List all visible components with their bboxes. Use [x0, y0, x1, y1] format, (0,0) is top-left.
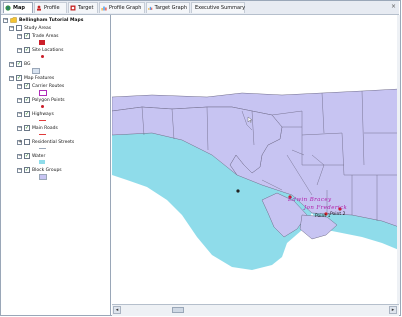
scroll-thumb[interactable]: [172, 307, 184, 313]
horizontal-scrollbar[interactable]: ◂ ▸: [112, 304, 399, 316]
polygon-points-checkbox[interactable]: ✓: [24, 97, 30, 103]
scroll-left-button[interactable]: ◂: [113, 306, 121, 314]
toc-root-label: Bellingham Tutorial Maps: [19, 17, 84, 23]
collapse-icon[interactable]: −: [17, 111, 22, 117]
toc-layer-label: Water: [32, 153, 46, 159]
site-locations-checkbox[interactable]: ✓: [24, 47, 30, 53]
toc-layer-label: Highways: [32, 111, 54, 117]
collapse-icon[interactable]: −: [9, 75, 14, 81]
toc-layer-highways[interactable]: − ✓ Highways: [17, 110, 54, 118]
tab-target-graph[interactable]: Target Graph: [146, 2, 190, 13]
tab-map[interactable]: Map: [3, 2, 33, 13]
toc-layer-main-roads[interactable]: − ✓ Main Roads: [17, 124, 58, 132]
tab-executive-summary-label: Executive Summary: [195, 5, 246, 11]
map-drawing: Edwin Bracey Jon Frederick Point 1 Point…: [112, 88, 399, 304]
highways-swatch: [39, 120, 46, 121]
collapse-icon[interactable]: −: [17, 153, 22, 159]
tab-map-label: Map: [13, 5, 25, 11]
toc-layer-carrier-routes[interactable]: − ✓ Carrier Routes: [17, 82, 64, 90]
toc-layer-trade-areas[interactable]: − ✓ Trade Areas: [17, 32, 58, 40]
table-of-contents: − Bellingham Tutorial Maps − Study Areas…: [1, 15, 111, 315]
toc-root[interactable]: − Bellingham Tutorial Maps: [3, 16, 83, 24]
toc-group-label: Study Areas: [24, 25, 52, 31]
collapse-icon[interactable]: −: [17, 125, 22, 131]
collapse-icon[interactable]: −: [17, 83, 22, 89]
toc-group-label: Map Features: [24, 75, 55, 81]
trade-areas-checkbox[interactable]: ✓: [24, 33, 30, 39]
toc-layer-label: Block Groups: [32, 167, 62, 173]
carrier-routes-checkbox[interactable]: ✓: [24, 83, 30, 89]
toc-layer-label: Carrier Routes: [32, 83, 65, 89]
collapse-icon[interactable]: −: [17, 47, 22, 53]
collapse-icon[interactable]: +: [17, 139, 22, 145]
profile-icon: [37, 5, 41, 11]
tab-profile-label: Profile: [44, 5, 60, 11]
toc-group-study-areas[interactable]: − Study Areas: [9, 24, 51, 32]
water-swatch: [39, 160, 45, 164]
map-canvas[interactable]: Edwin Bracey Jon Frederick Point 1 Point…: [112, 15, 399, 304]
collapse-icon[interactable]: −: [17, 33, 22, 39]
toc-layer-label: Residential Streets: [32, 139, 75, 145]
tab-profile-graph-label: Profile Graph: [109, 5, 142, 11]
toc-layer-residential-streets[interactable]: + Residential Streets: [17, 138, 74, 146]
graph-icon: [101, 6, 107, 11]
target-icon: [70, 5, 76, 11]
site-marker: [236, 189, 240, 193]
study-areas-checkbox[interactable]: [16, 25, 22, 31]
toc-layer-water[interactable]: − ✓ Water: [17, 152, 45, 160]
tab-executive-summary[interactable]: Executive Summary: [191, 2, 245, 13]
highways-checkbox[interactable]: ✓: [24, 111, 30, 117]
map-label-edwin-bracey: Edwin Bracey: [287, 197, 332, 203]
residential-streets-swatch: [39, 148, 46, 149]
residential-streets-checkbox[interactable]: [24, 139, 30, 145]
block-groups-checkbox[interactable]: ✓: [24, 167, 30, 173]
toc-layer-polygon-points[interactable]: − ✓ Polygon Points: [17, 96, 65, 104]
site-locations-swatch: [41, 55, 44, 58]
globe-icon: [5, 5, 11, 11]
toc-layer-bg[interactable]: − ✓ BG: [9, 60, 31, 68]
water-checkbox[interactable]: ✓: [24, 153, 30, 159]
collapse-icon[interactable]: −: [17, 97, 22, 103]
layers-icon: [10, 17, 17, 23]
toc-layer-site-locations[interactable]: − ✓ Site Locations: [17, 46, 63, 54]
vertical-scrollbar[interactable]: [397, 15, 400, 304]
trade-areas-swatch: [39, 40, 45, 45]
close-icon[interactable]: ×: [391, 3, 396, 10]
main-roads-checkbox[interactable]: ✓: [24, 125, 30, 131]
toc-layer-label: Site Locations: [32, 47, 64, 53]
map-label-point-1: Point 1: [315, 213, 331, 219]
toc-layer-label: Main Roads: [32, 125, 58, 131]
collapse-icon[interactable]: −: [17, 167, 22, 173]
main-roads-swatch: [39, 134, 46, 135]
tab-target-graph-label: Target Graph: [154, 5, 187, 11]
collapse-icon[interactable]: −: [9, 61, 14, 67]
block-groups-swatch: [39, 174, 47, 180]
map-label-point-2: Point 2: [330, 211, 346, 217]
bg-checkbox[interactable]: ✓: [16, 61, 22, 67]
toc-layer-label: Trade Areas: [32, 33, 59, 39]
collapse-icon[interactable]: −: [3, 17, 8, 23]
toc-layer-label: Polygon Points: [32, 97, 65, 103]
polygon-points-swatch: [41, 105, 44, 108]
tab-profile-graph[interactable]: Profile Graph: [99, 2, 145, 13]
map-features-checkbox[interactable]: ✓: [16, 75, 22, 81]
tab-profile[interactable]: Profile: [34, 2, 67, 13]
view-tab-bar: Map Profile Target Profile Graph Target …: [1, 1, 399, 15]
map-label-jon-frederick: Jon Frederick: [303, 205, 348, 211]
collapse-icon[interactable]: −: [9, 25, 14, 31]
scroll-right-button[interactable]: ▸: [389, 306, 397, 314]
tab-target-label: Target: [78, 5, 94, 11]
tab-target[interactable]: Target: [68, 2, 98, 13]
graph-icon: [148, 6, 153, 10]
toc-group-map-features[interactable]: − ✓ Map Features: [9, 74, 54, 82]
toc-layer-label: BG: [24, 61, 31, 67]
toc-layer-block-groups[interactable]: − ✓ Block Groups: [17, 166, 62, 174]
